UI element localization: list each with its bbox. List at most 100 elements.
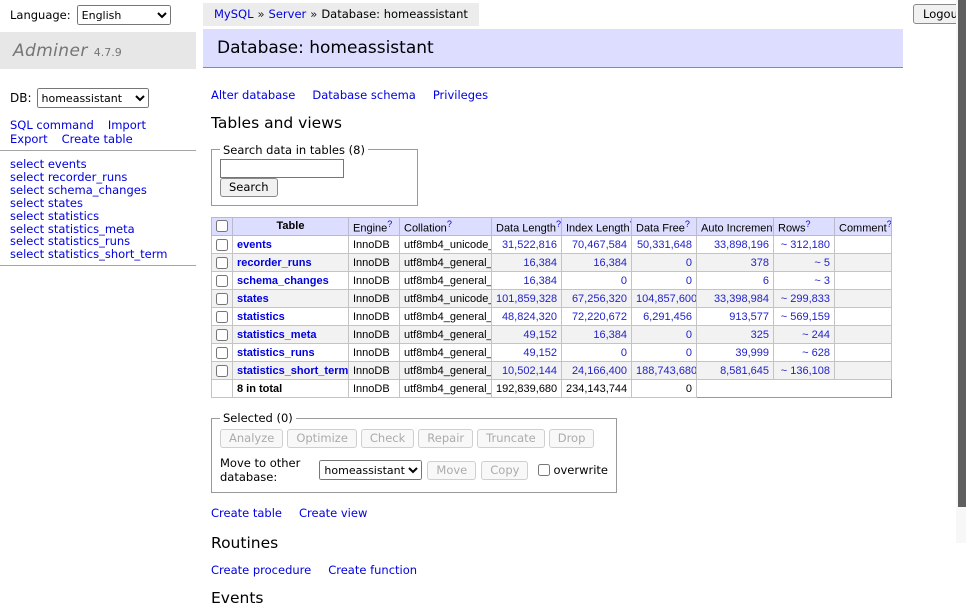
breadcrumb-link-mysql[interactable]: MySQL	[214, 7, 254, 21]
events-rows-link[interactable]: ~ 312,180	[781, 239, 830, 251]
table-link-recorder-runs[interactable]: recorder_runs	[237, 257, 312, 269]
statistics-runs-index-length-link[interactable]: 0	[621, 347, 627, 359]
states-rows-link[interactable]: ~ 299,833	[781, 293, 830, 305]
help-link-engine[interactable]: ?	[387, 219, 392, 229]
events-data-free-link[interactable]: 50,331,648	[637, 239, 692, 251]
overwrite-checkbox[interactable]	[538, 464, 550, 476]
action-link-alter-database[interactable]: Alter database	[211, 88, 295, 102]
search-input[interactable]	[220, 159, 344, 178]
recorder-runs-data-free-link[interactable]: 0	[686, 257, 692, 269]
statistics-meta-data-length-link[interactable]: 49,152	[523, 329, 557, 341]
statistics-data-length-link[interactable]: 48,824,320	[502, 311, 557, 323]
statistics-auto-increment-link[interactable]: 913,577	[729, 311, 769, 323]
optimize-button[interactable]: Optimize	[287, 429, 357, 448]
schema-changes-rows-link[interactable]: ~ 3	[814, 275, 830, 287]
sidebar-link-import[interactable]: Import	[108, 118, 146, 132]
statistics-meta-data-free-link[interactable]: 0	[686, 329, 692, 341]
truncate-button[interactable]: Truncate	[477, 429, 545, 448]
sidebar-link-create-table[interactable]: Create table	[62, 132, 133, 146]
select-checkbox-recorder-runs[interactable]	[216, 257, 228, 269]
copy-button[interactable]: Copy	[481, 461, 528, 480]
scrollbar[interactable]	[956, 0, 966, 543]
move-button[interactable]: Move	[427, 461, 476, 480]
statistics-runs-rows-link[interactable]: ~ 628	[802, 347, 830, 359]
recorder-runs-data-length-link[interactable]: 16,384	[523, 257, 557, 269]
sidebar-table-link-select-statistics[interactable]: select statistics	[10, 210, 196, 223]
schema-changes-index-length-link[interactable]: 0	[621, 275, 627, 287]
drop-button[interactable]: Drop	[549, 429, 595, 448]
table-link-states[interactable]: states	[237, 293, 269, 305]
table-link-statistics-short-term[interactable]: statistics_short_term	[237, 365, 348, 377]
statistics-short-term-rows-link[interactable]: ~ 136,108	[781, 365, 830, 377]
select-checkbox-events[interactable]	[216, 239, 228, 251]
select-checkbox-schema-changes[interactable]	[216, 275, 228, 287]
statistics-short-term-index-length-link[interactable]: 24,166,400	[572, 365, 627, 377]
table-link-statistics[interactable]: statistics	[237, 311, 285, 323]
recorder-runs-rows-link[interactable]: ~ 5	[814, 257, 830, 269]
sidebar-table-link-select-schema-changes[interactable]: select schema_changes	[10, 184, 196, 197]
states-index-length-link[interactable]: 67,256,320	[572, 293, 627, 305]
help-link-data-free[interactable]: ?	[685, 219, 690, 229]
select-checkbox-statistics-runs[interactable]	[216, 347, 228, 359]
statistics-meta-auto-increment-link[interactable]: 325	[751, 329, 769, 341]
scrollbar-thumb[interactable]	[958, 0, 966, 507]
select-checkbox-statistics-meta[interactable]	[216, 329, 228, 341]
sidebar-link-sql-command[interactable]: SQL command	[10, 118, 94, 132]
schema-changes-data-length-link[interactable]: 16,384	[523, 275, 557, 287]
db-select[interactable]: homeassistant	[37, 88, 149, 108]
statistics-runs-auto-increment-link[interactable]: 39,999	[735, 347, 769, 359]
sidebar-table-link-select-statistics-short-term[interactable]: select statistics_short_term	[10, 248, 196, 261]
routine-link-create-function[interactable]: Create function	[328, 563, 417, 577]
statistics-short-term-auto-increment-link[interactable]: 8,581,645	[720, 365, 769, 377]
sidebar-table-link-select-recorder-runs[interactable]: select recorder_runs	[10, 171, 196, 184]
schema-changes-auto-increment-link[interactable]: 6	[763, 275, 769, 287]
move-label: Move to other database:	[220, 456, 314, 484]
select-checkbox-statistics[interactable]	[216, 311, 228, 323]
collation-cell: utf8mb4_general_ci	[400, 326, 492, 344]
help-link-comment[interactable]: ?	[887, 219, 892, 229]
select-checkbox-statistics-short-term[interactable]	[216, 365, 228, 377]
language-select[interactable]: English	[77, 5, 171, 25]
statistics-short-term-data-length-link[interactable]: 10,502,144	[502, 365, 557, 377]
events-auto-increment-link[interactable]: 33,898,196	[714, 239, 769, 251]
recorder-runs-auto-increment-link[interactable]: 378	[751, 257, 769, 269]
statistics-index-length-link[interactable]: 72,220,672	[572, 311, 627, 323]
table-link-statistics-runs[interactable]: statistics_runs	[237, 347, 315, 359]
check-button[interactable]: Check	[361, 429, 414, 448]
states-data-free-link[interactable]: 104,857,600	[636, 293, 697, 305]
search-button[interactable]: Search	[220, 178, 278, 197]
help-link-collation[interactable]: ?	[447, 219, 452, 229]
states-data-length-link[interactable]: 101,859,328	[496, 293, 557, 305]
breadcrumb-link-server[interactable]: Server	[269, 7, 307, 21]
repair-button[interactable]: Repair	[418, 429, 473, 448]
select-checkbox-states[interactable]	[216, 293, 228, 305]
create-link-create-view[interactable]: Create view	[299, 506, 367, 520]
table-link-schema-changes[interactable]: schema_changes	[237, 275, 329, 287]
create-link-create-table[interactable]: Create table	[211, 506, 282, 520]
sidebar-table-link-select-events[interactable]: select events	[10, 158, 196, 171]
select-all-checkbox[interactable]	[216, 220, 228, 232]
help-link-rows[interactable]: ?	[806, 219, 811, 229]
events-data-length-link[interactable]: 31,522,816	[502, 239, 557, 251]
routine-link-create-procedure[interactable]: Create procedure	[211, 563, 311, 577]
sidebar-link-export[interactable]: Export	[10, 132, 48, 146]
move-database-select[interactable]: homeassistant	[319, 460, 422, 480]
help-link-data-length[interactable]: ?	[556, 219, 561, 229]
states-auto-increment-link[interactable]: 33,398,984	[714, 293, 769, 305]
recorder-runs-index-length-link[interactable]: 16,384	[593, 257, 627, 269]
statistics-runs-data-free-link[interactable]: 0	[686, 347, 692, 359]
table-link-statistics-meta[interactable]: statistics_meta	[237, 329, 317, 341]
statistics-rows-link[interactable]: ~ 569,159	[781, 311, 830, 323]
statistics-meta-index-length-link[interactable]: 16,384	[593, 329, 627, 341]
events-index-length-link[interactable]: 70,467,584	[572, 239, 627, 251]
sidebar-table-link-select-states[interactable]: select states	[10, 197, 196, 210]
action-link-database-schema[interactable]: Database schema	[312, 88, 415, 102]
statistics-meta-rows-link[interactable]: ~ 244	[802, 329, 830, 341]
statistics-short-term-data-free-link[interactable]: 188,743,680	[636, 365, 697, 377]
action-link-privileges[interactable]: Privileges	[433, 88, 488, 102]
schema-changes-data-free-link[interactable]: 0	[686, 275, 692, 287]
analyze-button[interactable]: Analyze	[220, 429, 283, 448]
table-link-events[interactable]: events	[237, 239, 272, 251]
statistics-data-free-link[interactable]: 6,291,456	[643, 311, 692, 323]
statistics-runs-data-length-link[interactable]: 49,152	[523, 347, 557, 359]
